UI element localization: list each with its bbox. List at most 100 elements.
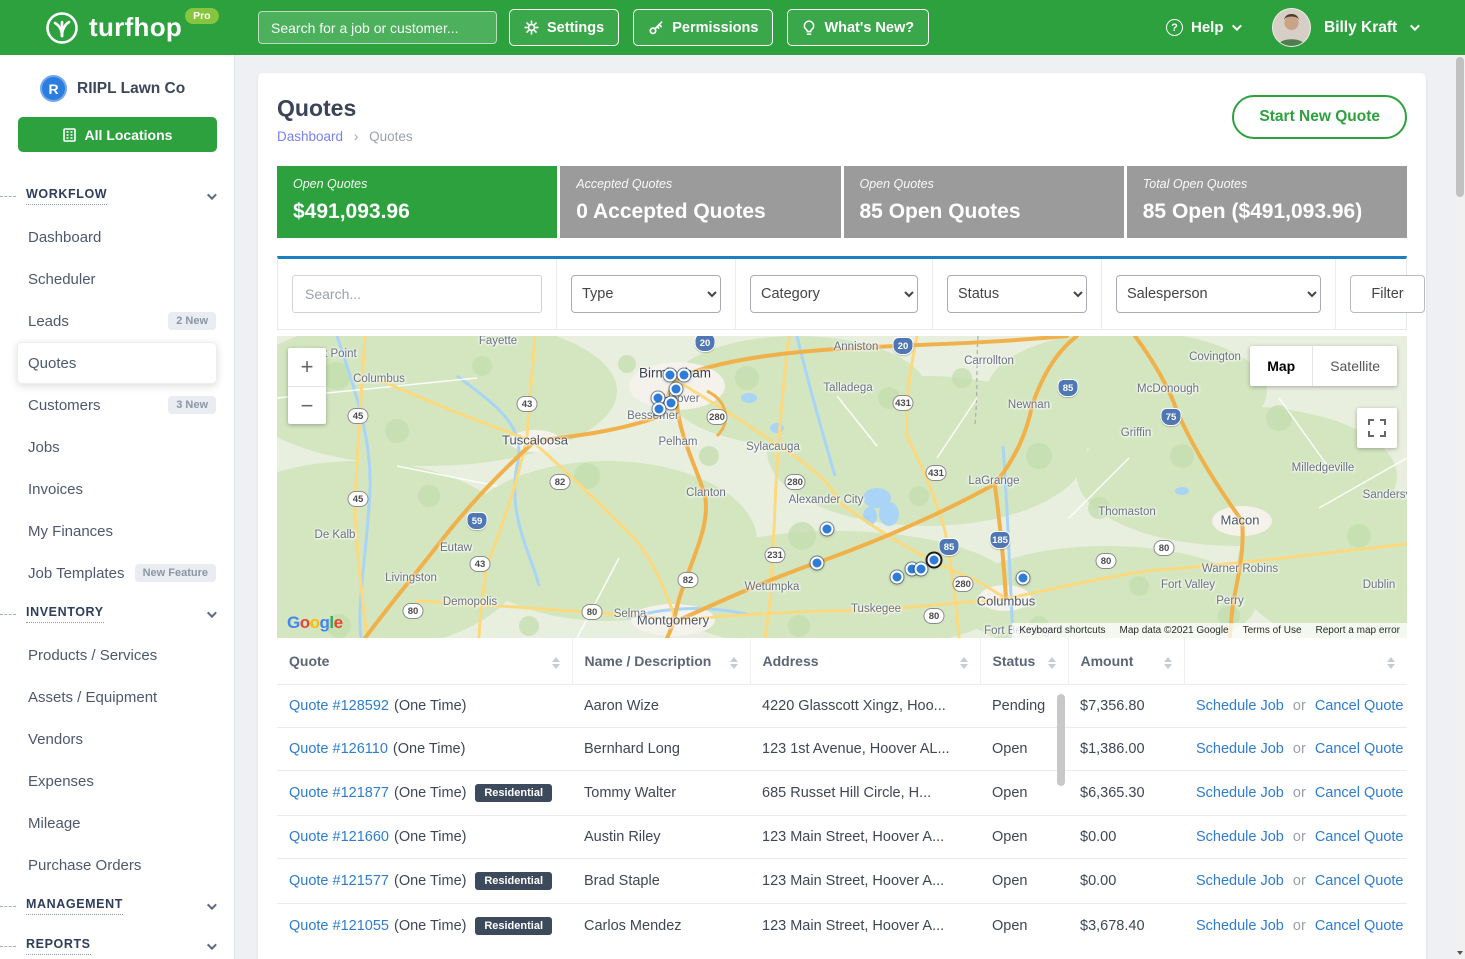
sort-icon[interactable] — [730, 657, 738, 669]
sidebar-item-assets-equipment[interactable]: Assets / Equipment — [0, 676, 234, 718]
fullscreen-button[interactable] — [1357, 408, 1397, 448]
quote-link[interactable]: Quote #121577 — [289, 873, 389, 889]
start-new-quote-button[interactable]: Start New Quote — [1232, 95, 1407, 139]
sidebar-item-expenses[interactable]: Expenses — [0, 760, 234, 802]
filter-category-select[interactable]: Category — [750, 275, 918, 313]
sort-icon[interactable] — [1387, 657, 1395, 669]
filter-button[interactable]: Filter — [1350, 275, 1425, 313]
sidebar-item-scheduler[interactable]: Scheduler — [0, 258, 234, 300]
sidebar-section-header[interactable]: INVENTORY — [0, 594, 234, 634]
sort-icon[interactable] — [552, 657, 560, 669]
map-attribution-keyboard-shortcuts[interactable]: Keyboard shortcuts — [1012, 625, 1112, 636]
sidebar-item-quotes[interactable]: Quotes — [17, 342, 217, 384]
table-row: Quote #126110 (One Time) Bernhard Long 1… — [277, 728, 1407, 771]
quote-link[interactable]: Quote #121660 — [289, 829, 389, 845]
sidebar-item-vendors[interactable]: Vendors — [0, 718, 234, 760]
cancel-quote-link[interactable]: Cancel Quote — [1315, 785, 1404, 801]
chevron-down-icon — [207, 190, 217, 200]
map-marker[interactable] — [653, 403, 666, 416]
schedule-job-link[interactable]: Schedule Job — [1196, 918, 1284, 934]
sidebar-item-purchase-orders[interactable]: Purchase Orders — [0, 844, 234, 886]
column-header-actions[interactable] — [1184, 638, 1407, 685]
help-menu[interactable]: ? Help — [1166, 0, 1239, 55]
whats-new-button[interactable]: What's New? — [787, 9, 929, 46]
map-marker[interactable] — [915, 563, 928, 576]
map-attribution-report-a-map-error[interactable]: Report a map error — [1309, 625, 1407, 636]
map-attribution-map-data-2021-google: Map data ©2021 Google — [1112, 625, 1235, 636]
zoom-in-button[interactable]: + — [288, 348, 326, 386]
map-marker[interactable] — [811, 557, 824, 570]
sidebar-item-my-finances[interactable]: My Finances — [0, 510, 234, 552]
quote-link[interactable]: Quote #128592 — [289, 698, 389, 714]
cancel-quote-link[interactable]: Cancel Quote — [1315, 829, 1404, 845]
chevron-down-icon — [1231, 21, 1241, 31]
map-marker[interactable] — [670, 383, 683, 396]
sidebar-item-jobs[interactable]: Jobs — [0, 426, 234, 468]
quote-link[interactable]: Quote #121055 — [289, 918, 389, 934]
app-logo[interactable]: turfhop Pro — [44, 8, 219, 51]
map-marker[interactable] — [665, 397, 678, 410]
map-marker[interactable] — [928, 554, 941, 567]
table-scrollbar[interactable] — [1057, 694, 1065, 786]
scroll-down-button[interactable] — [1455, 946, 1465, 959]
map-type-map-button[interactable]: Map — [1250, 346, 1312, 386]
sidebar-item-job-templates[interactable]: Job Templates New Feature — [0, 552, 234, 594]
schedule-job-link[interactable]: Schedule Job — [1196, 829, 1284, 845]
road-shield: 80 — [1154, 540, 1175, 556]
quote-link[interactable]: Quote #126110 — [289, 741, 388, 757]
sort-icon[interactable] — [1164, 657, 1172, 669]
filter-status-select[interactable]: Status — [947, 275, 1087, 313]
column-header-name-description[interactable]: Name / Description — [572, 638, 750, 685]
sidebar-item-mileage[interactable]: Mileage — [0, 802, 234, 844]
map-type-control: MapSatellite — [1250, 346, 1397, 386]
breadcrumb-dashboard[interactable]: Dashboard — [277, 129, 343, 144]
map-marker[interactable] — [1017, 572, 1030, 585]
filter-salesperson-select[interactable]: Salesperson — [1116, 275, 1321, 313]
sidebar-item-products-services[interactable]: Products / Services — [0, 634, 234, 676]
all-locations-button[interactable]: All Locations — [18, 117, 217, 152]
user-menu[interactable]: Billy Kraft — [1272, 0, 1417, 55]
column-header-status[interactable]: Status — [980, 638, 1068, 685]
map-type-satellite-button[interactable]: Satellite — [1312, 346, 1397, 386]
company-switcher[interactable]: R RIIPL Lawn Co — [40, 75, 234, 102]
google-logo[interactable]: Google — [287, 613, 343, 633]
stat-label: Open Quotes — [293, 177, 541, 191]
settings-button[interactable]: Settings — [509, 9, 619, 46]
schedule-job-link[interactable]: Schedule Job — [1196, 873, 1284, 889]
map-marker[interactable] — [821, 523, 834, 536]
column-header-quote[interactable]: Quote — [277, 638, 572, 685]
sidebar-section-header[interactable]: WORKFLOW — [0, 176, 234, 216]
map-marker[interactable] — [664, 369, 677, 382]
zoom-out-button[interactable]: − — [288, 386, 326, 424]
schedule-job-link[interactable]: Schedule Job — [1196, 741, 1284, 757]
road-shield: 43 — [470, 556, 491, 572]
map-attribution-terms-of-use[interactable]: Terms of Use — [1236, 625, 1309, 636]
main-area: Quotes Dashboard › Quotes Start New Quot… — [236, 55, 1455, 959]
page-scrollbar[interactable] — [1455, 55, 1465, 959]
filter-type-select[interactable]: Type — [571, 275, 721, 313]
column-header-address[interactable]: Address — [750, 638, 980, 685]
global-search-input[interactable] — [258, 11, 497, 44]
sidebar-section-header[interactable]: MANAGEMENT — [0, 886, 234, 926]
map-marker[interactable] — [678, 369, 691, 382]
sort-icon[interactable] — [1048, 657, 1056, 669]
sidebar-section-header[interactable]: REPORTS — [0, 926, 234, 959]
schedule-job-link[interactable]: Schedule Job — [1196, 698, 1284, 714]
quotes-search-input[interactable] — [292, 275, 542, 313]
sort-icon[interactable] — [960, 657, 968, 669]
cancel-quote-link[interactable]: Cancel Quote — [1315, 873, 1404, 889]
permissions-button[interactable]: Permissions — [633, 9, 773, 46]
cancel-quote-link[interactable]: Cancel Quote — [1315, 918, 1404, 934]
page-scrollbar-thumb[interactable] — [1456, 57, 1464, 197]
sidebar-item-leads[interactable]: Leads 2 New — [0, 300, 234, 342]
cancel-quote-link[interactable]: Cancel Quote — [1315, 741, 1404, 757]
quote-link[interactable]: Quote #121877 — [289, 785, 389, 801]
cancel-quote-link[interactable]: Cancel Quote — [1315, 698, 1404, 714]
sidebar-item-dashboard[interactable]: Dashboard — [0, 216, 234, 258]
schedule-job-link[interactable]: Schedule Job — [1196, 785, 1284, 801]
sidebar-item-invoices[interactable]: Invoices — [0, 468, 234, 510]
map-marker[interactable] — [891, 571, 904, 584]
map-canvas[interactable]: West PointColumbusFayetteBirminghamHoove… — [277, 336, 1407, 638]
column-header-amount[interactable]: Amount — [1068, 638, 1184, 685]
sidebar-item-customers[interactable]: Customers 3 New — [0, 384, 234, 426]
